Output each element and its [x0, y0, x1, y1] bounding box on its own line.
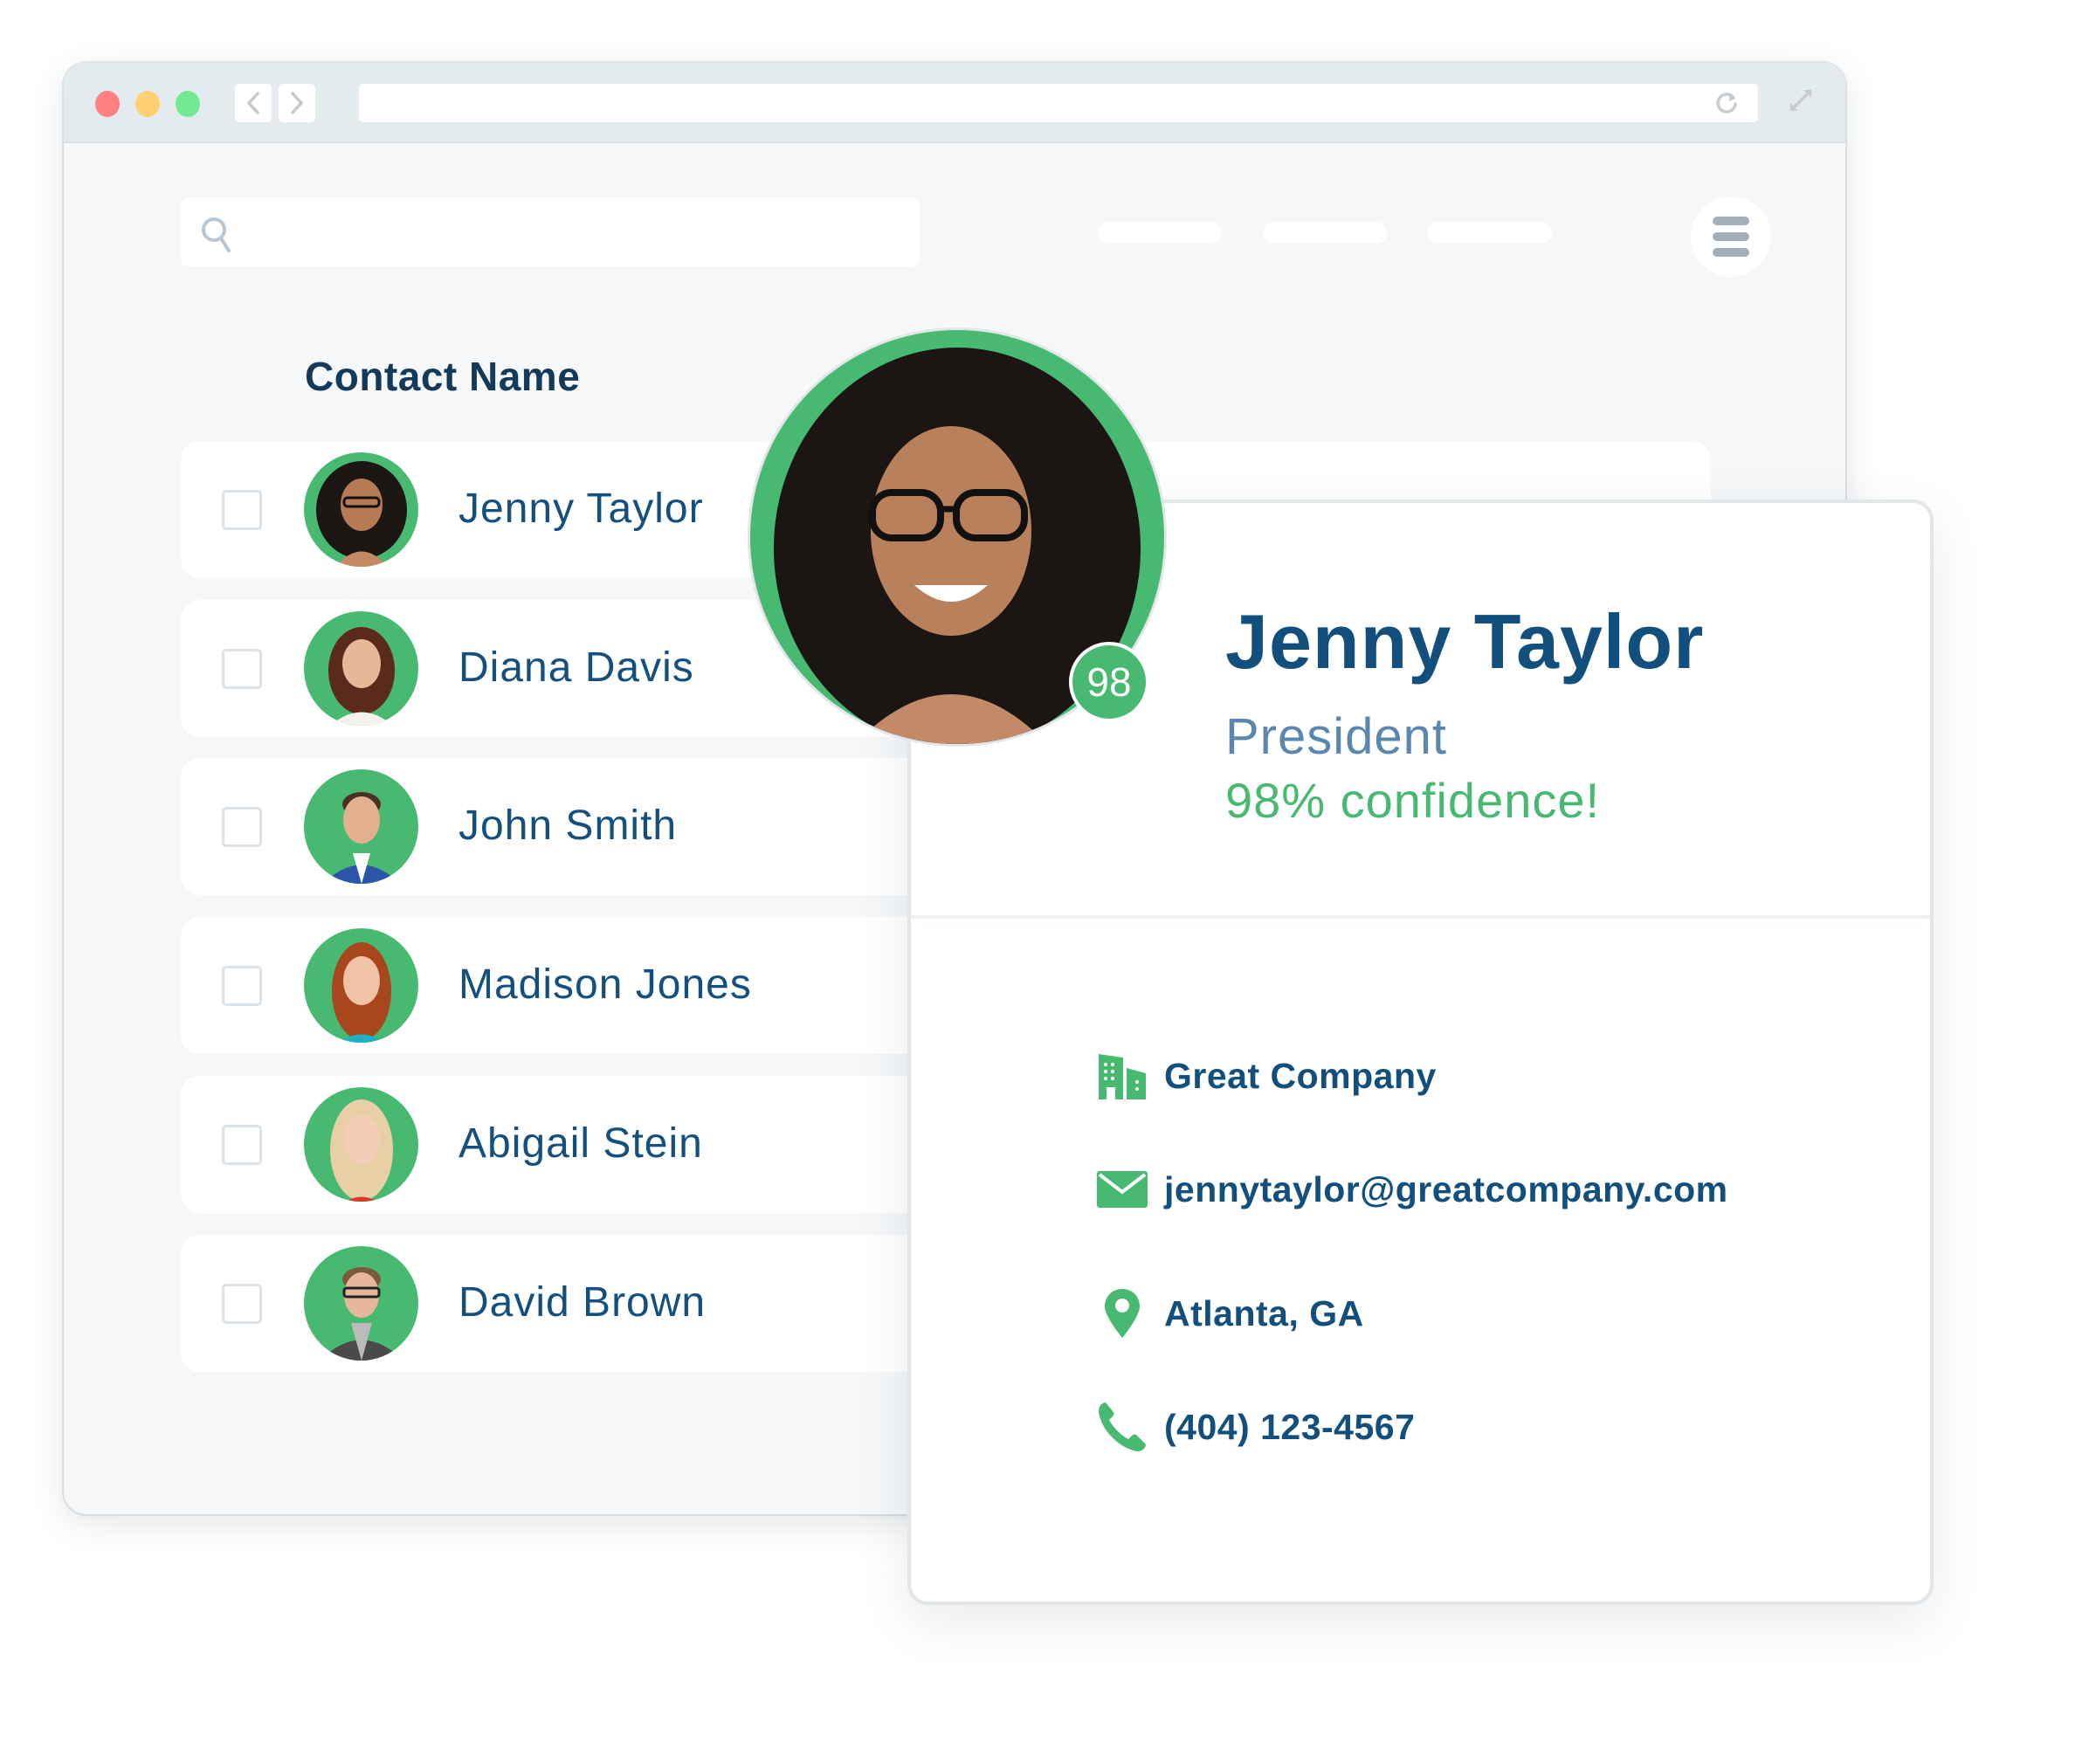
contact-name-column-header[interactable]: Contact Name	[305, 353, 580, 400]
person-photo-icon	[332, 942, 391, 1043]
back-button[interactable]	[235, 84, 272, 122]
phone-icon	[1096, 1401, 1148, 1453]
browser-titlebar	[64, 63, 1845, 143]
contact-name[interactable]: John Smith	[458, 802, 677, 850]
map-pin-icon	[1096, 1287, 1148, 1340]
chevron-left-icon	[246, 92, 259, 114]
company-name: Great Company	[1164, 1055, 1437, 1096]
row-checkbox[interactable]	[222, 1284, 262, 1324]
contact-name[interactable]: Abigail Stein	[458, 1120, 703, 1168]
phone-field[interactable]: (404) 123-4567	[1096, 1401, 1415, 1453]
person-photo-icon	[320, 1267, 403, 1361]
avatar	[304, 452, 418, 567]
location-text: Atlanta, GA	[1164, 1292, 1364, 1333]
contact-name[interactable]: Diana Davis	[458, 644, 694, 692]
person-photo-icon	[328, 627, 395, 726]
expand-icon[interactable]	[1786, 86, 1816, 115]
contact-name[interactable]: Madison Jones	[458, 961, 752, 1009]
hamburger-menu-icon-bar	[1713, 217, 1749, 225]
avatar	[304, 611, 418, 726]
maximize-window-button[interactable]	[176, 91, 200, 117]
avatar	[304, 769, 418, 884]
profile-job-title: President	[1225, 708, 1448, 765]
company-field: Great Company	[1096, 1050, 1437, 1102]
location-field: Atlanta, GA	[1096, 1287, 1364, 1340]
row-checkbox[interactable]	[222, 1125, 262, 1165]
minimize-window-button[interactable]	[135, 91, 160, 117]
avatar	[304, 1246, 418, 1361]
confidence-score-badge: 98	[1069, 642, 1149, 722]
address-bar[interactable]	[359, 84, 1758, 122]
row-checkbox[interactable]	[222, 490, 262, 530]
row-checkbox[interactable]	[222, 966, 262, 1006]
confidence-text: 98% confidence!	[1225, 773, 1601, 828]
email-field[interactable]: jennytaylor@greatcompany.com	[1096, 1163, 1728, 1216]
close-window-button[interactable]	[95, 91, 120, 117]
envelope-icon	[1096, 1163, 1148, 1216]
person-photo-icon	[323, 792, 400, 884]
hamburger-menu-button[interactable]	[1691, 196, 1771, 277]
profile-name: Jenny Taylor	[1225, 598, 1705, 685]
card-divider	[911, 915, 1930, 919]
contact-name[interactable]: David Brown	[458, 1278, 706, 1326]
contact-name[interactable]: Jenny Taylor	[458, 485, 704, 533]
search-box[interactable]	[181, 198, 920, 266]
chevron-right-icon	[291, 92, 304, 114]
hamburger-menu-icon-bar	[1713, 248, 1749, 257]
nav-link-3[interactable]	[1428, 222, 1552, 244]
person-photo-icon	[330, 1099, 393, 1202]
row-checkbox[interactable]	[222, 807, 262, 847]
hamburger-menu-icon-bar	[1713, 232, 1749, 241]
reload-icon[interactable]	[1714, 91, 1739, 115]
email-address[interactable]: jennytaylor@greatcompany.com	[1164, 1169, 1728, 1210]
building-icon	[1096, 1050, 1148, 1102]
forward-button[interactable]	[279, 84, 315, 122]
nav-link-1[interactable]	[1098, 222, 1222, 244]
search-icon	[202, 217, 231, 252]
row-checkbox[interactable]	[222, 649, 262, 689]
search-input[interactable]	[242, 198, 906, 266]
person-photo-icon	[316, 461, 407, 567]
avatar	[304, 928, 418, 1043]
avatar	[304, 1087, 418, 1202]
nav-link-2[interactable]	[1263, 222, 1387, 244]
phone-number[interactable]: (404) 123-4567	[1164, 1407, 1415, 1448]
